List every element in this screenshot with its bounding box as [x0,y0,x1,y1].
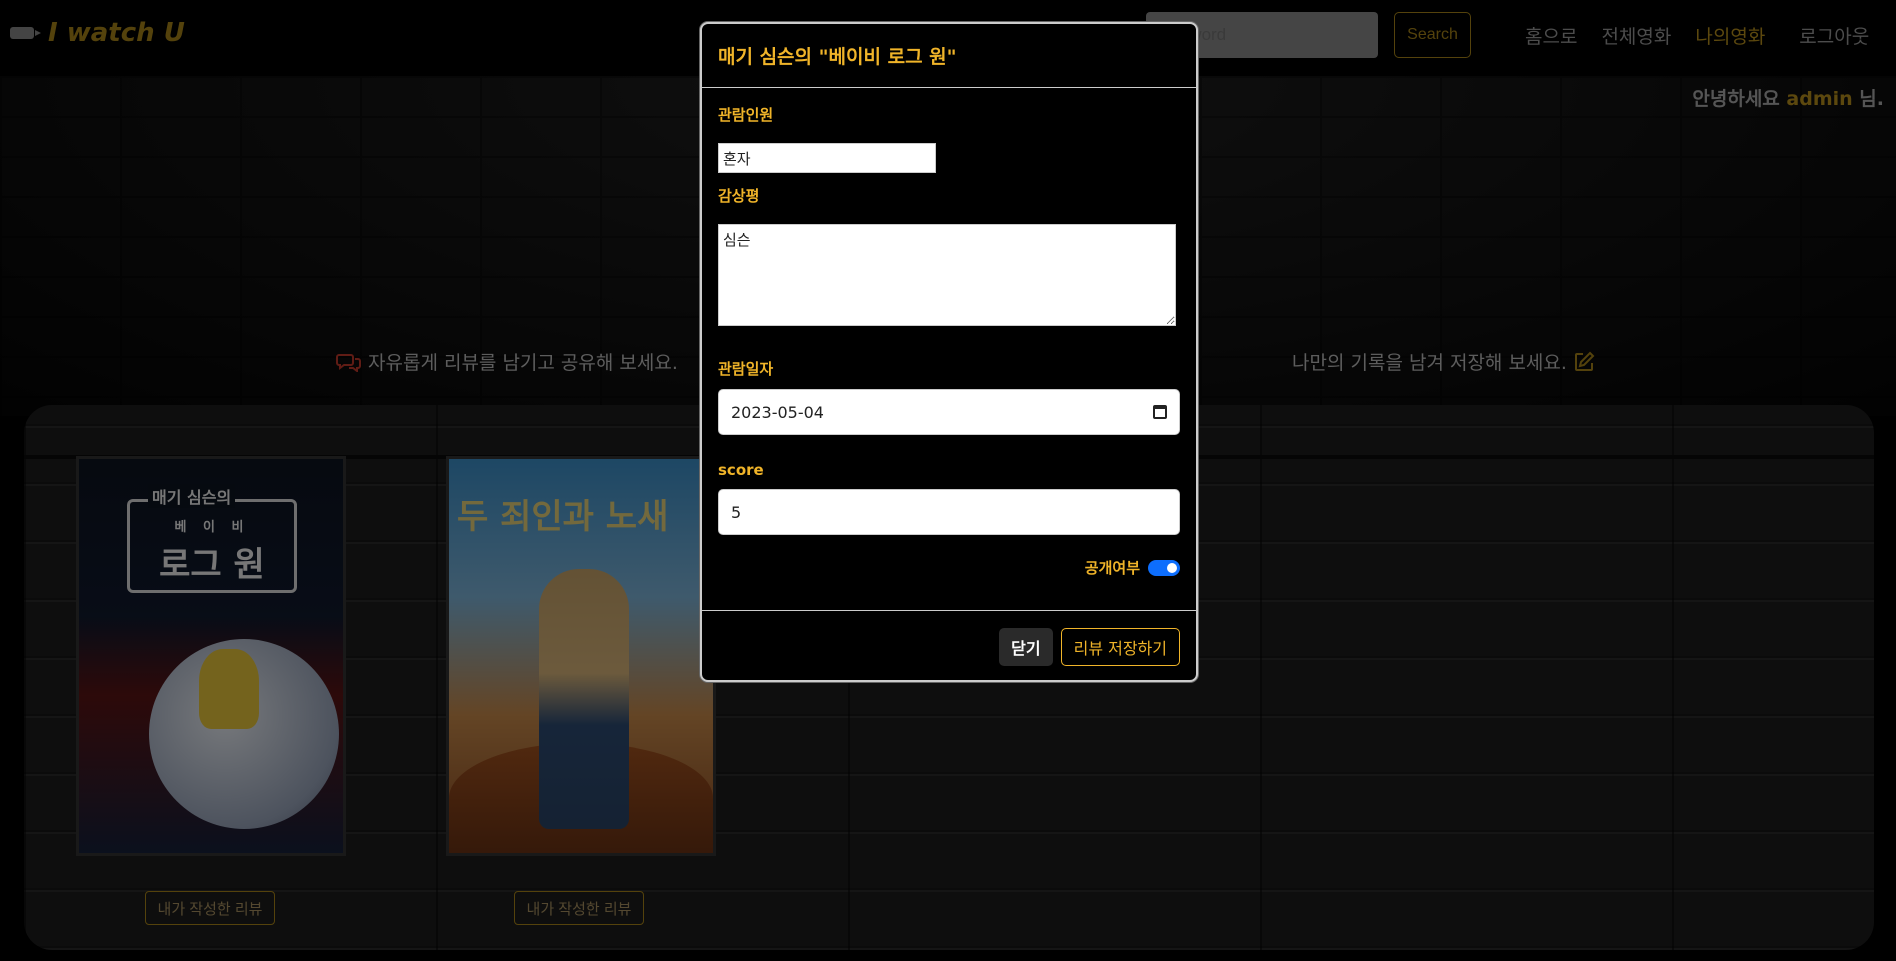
date-value: 2023-05-04 [731,402,824,422]
calendar-icon[interactable] [1153,405,1167,419]
public-label: 공개여부 [1084,559,1140,577]
close-button[interactable]: 닫기 [999,627,1053,666]
review-modal: 매기 심슨의 "베이비 로그 원" 관람인원 감상평 심슨 관람일자 2023-… [700,22,1198,682]
score-label: score [718,461,764,479]
viewers-label: 관람인원 [718,106,774,124]
public-toggle[interactable] [1148,559,1180,576]
modal-body: 관람인원 감상평 심슨 관람일자 2023-05-04 score 5 공개여부 [702,88,1196,578]
save-review-button[interactable]: 리뷰 저장하기 [1060,627,1180,666]
viewers-input[interactable] [718,143,936,173]
date-input[interactable]: 2023-05-04 [718,389,1180,435]
review-textarea[interactable]: 심슨 [718,224,1176,326]
modal-footer: 닫기 리뷰 저장하기 [702,610,1196,682]
date-label: 관람일자 [718,360,774,378]
score-value: 5 [731,502,742,522]
public-toggle-row: 공개여부 [718,557,1180,578]
review-label: 감상평 [718,187,760,205]
score-input[interactable]: 5 [718,489,1180,535]
modal-header: 매기 심슨의 "베이비 로그 원" [702,24,1196,88]
modal-title: 매기 심슨의 "베이비 로그 원" [718,46,957,68]
